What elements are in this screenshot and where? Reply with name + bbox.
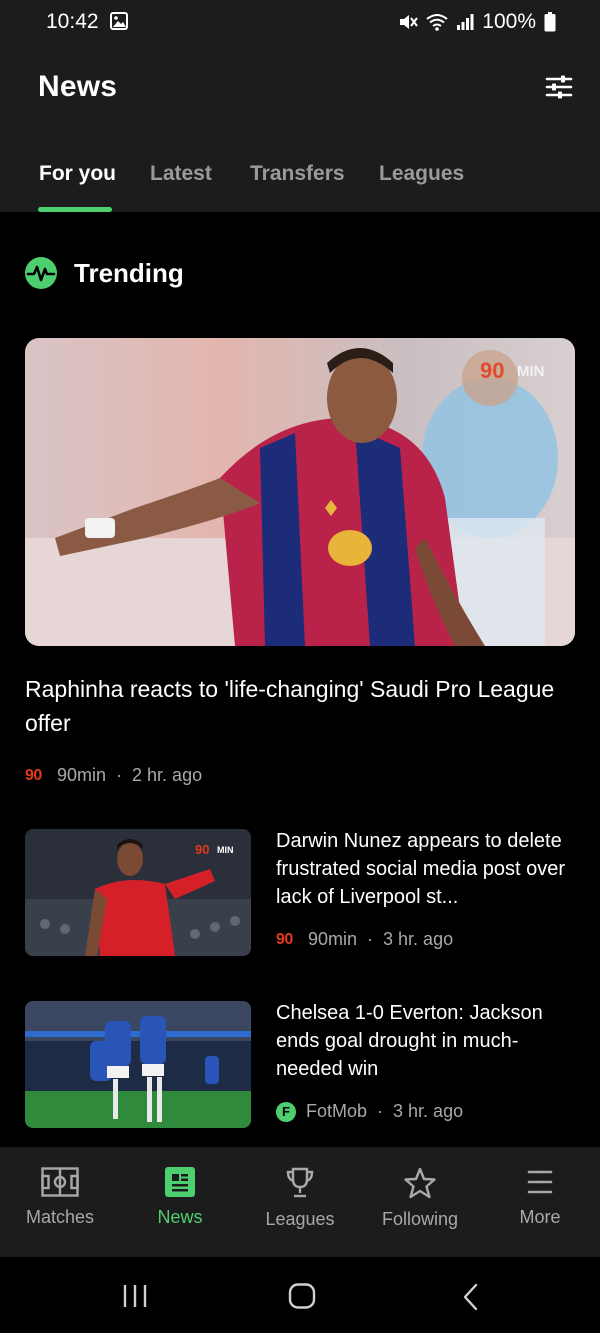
meta-separator: · bbox=[116, 765, 123, 785]
trending-header: Trending bbox=[24, 256, 184, 290]
filter-button[interactable] bbox=[544, 72, 574, 102]
pulse-icon bbox=[25, 257, 57, 289]
article-meta: 90 90min · 3 hr. ago bbox=[276, 929, 453, 950]
article-source: FotMob bbox=[306, 1101, 368, 1121]
fotmob-logo: F bbox=[276, 1101, 296, 1122]
90min-logo: 90 bbox=[276, 930, 293, 948]
status-time: 10:42 bbox=[46, 10, 99, 33]
recent-apps-icon bbox=[123, 1285, 147, 1307]
hero-article-image[interactable]: 90 MIN bbox=[25, 338, 575, 646]
page-title: News bbox=[38, 70, 118, 103]
nav-following[interactable]: Following bbox=[360, 1167, 480, 1230]
article-source: 90min bbox=[57, 765, 107, 785]
news-feed[interactable]: Trending 90 MIN Raphinha reacts to 'life… bbox=[0, 212, 600, 1147]
status-right: 100% bbox=[398, 10, 556, 34]
nav-news[interactable]: News bbox=[120, 1167, 240, 1228]
tab-latest[interactable]: Latest bbox=[150, 162, 212, 186]
article-title[interactable]: Chelsea 1-0 Everton: Jackson ends goal d… bbox=[276, 999, 576, 1083]
battery-icon bbox=[544, 12, 556, 32]
nav-label: Matches bbox=[25, 1207, 95, 1227]
system-nav-bar bbox=[0, 1257, 600, 1333]
tab-for-you[interactable]: For you bbox=[39, 162, 116, 186]
nav-label: More bbox=[519, 1207, 561, 1227]
meta-separator: · bbox=[377, 1101, 384, 1121]
app-header: News For you Latest Transfers Leagues bbox=[0, 44, 600, 212]
hero-article-title[interactable]: Raphinha reacts to 'life-changing' Saudi… bbox=[25, 672, 565, 740]
article-image[interactable] bbox=[25, 1001, 251, 1128]
status-bar: 10:42 100% bbox=[0, 0, 600, 44]
article-image[interactable]: 90 MIN bbox=[25, 829, 251, 956]
star-icon bbox=[404, 1167, 436, 1199]
news-icon bbox=[165, 1167, 195, 1197]
svg-text:90: 90 bbox=[480, 358, 504, 383]
tab-leagues[interactable]: Leagues bbox=[379, 162, 464, 186]
sliders-icon bbox=[545, 75, 573, 99]
svg-text:MIN: MIN bbox=[217, 845, 234, 855]
meta-separator: · bbox=[367, 929, 374, 949]
trophy-icon bbox=[286, 1167, 314, 1198]
tab-bar: For you Latest Transfers Leagues bbox=[0, 150, 600, 212]
tab-transfers[interactable]: Transfers bbox=[250, 162, 345, 186]
battery-text: 100% bbox=[482, 10, 536, 33]
article-time: 2 hr. ago bbox=[132, 765, 203, 785]
bottom-nav: Matches News Leagues Following More bbox=[0, 1147, 600, 1257]
article-source: 90min bbox=[308, 929, 358, 949]
home-icon bbox=[288, 1283, 316, 1309]
nav-leagues[interactable]: Leagues bbox=[240, 1167, 360, 1230]
nav-matches[interactable]: Matches bbox=[0, 1167, 120, 1228]
90min-logo: 90 bbox=[25, 766, 42, 784]
home-button[interactable] bbox=[288, 1283, 316, 1314]
hero-article-meta: 90 90min · 2 hr. ago bbox=[25, 765, 202, 786]
svg-text:90: 90 bbox=[195, 842, 209, 857]
mute-icon bbox=[398, 13, 419, 31]
image-icon bbox=[110, 12, 128, 35]
back-button[interactable] bbox=[462, 1283, 480, 1316]
nav-label: Leagues bbox=[265, 1209, 335, 1229]
article-title[interactable]: Darwin Nunez appears to delete frustrate… bbox=[276, 827, 576, 911]
recent-apps-button[interactable] bbox=[122, 1283, 148, 1314]
menu-icon bbox=[527, 1170, 553, 1194]
article-time: 3 hr. ago bbox=[383, 929, 454, 949]
article-meta: F FotMob · 3 hr. ago bbox=[276, 1101, 463, 1122]
back-icon bbox=[463, 1283, 478, 1311]
svg-text:MIN: MIN bbox=[517, 363, 545, 380]
signal-icon bbox=[456, 13, 474, 31]
wifi-icon bbox=[426, 13, 448, 31]
article-time: 3 hr. ago bbox=[393, 1101, 464, 1121]
pitch-icon bbox=[41, 1167, 79, 1197]
nav-label: News bbox=[157, 1207, 203, 1227]
trending-title: Trending bbox=[74, 257, 184, 288]
nav-more[interactable]: More bbox=[480, 1167, 600, 1228]
nav-label: Following bbox=[381, 1209, 459, 1229]
